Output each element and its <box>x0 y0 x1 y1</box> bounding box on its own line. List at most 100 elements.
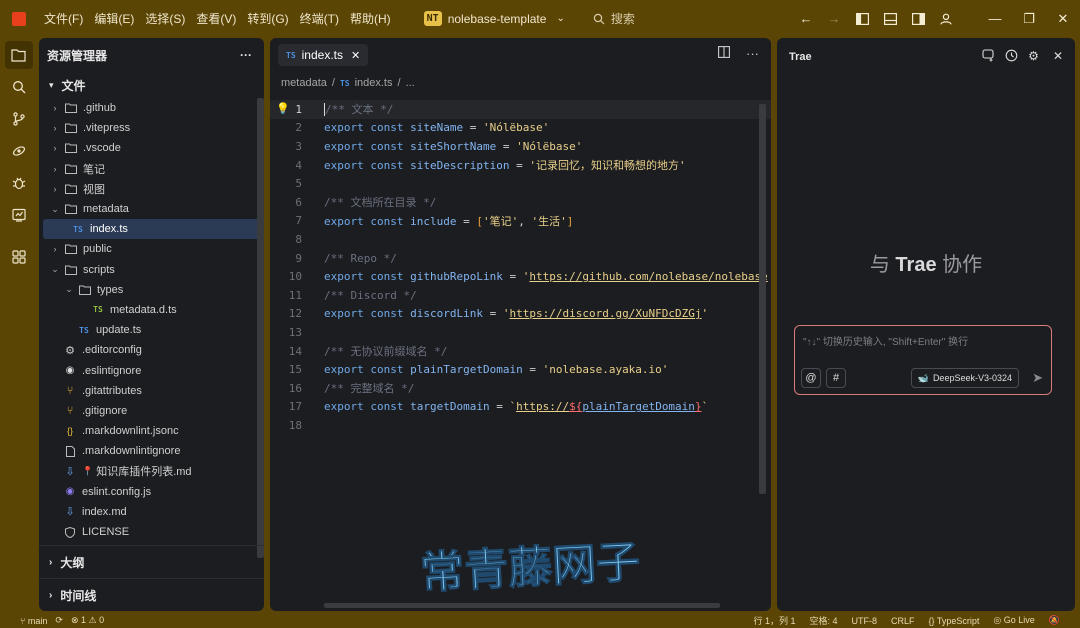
toggle-sidebar-icon[interactable] <box>848 0 876 37</box>
notifications-icon[interactable]: 🔕 <box>1049 615 1060 626</box>
tree-file-gitattributes[interactable]: ⑂ .gitattributes <box>39 381 264 401</box>
menu-selection[interactable]: 选择(S) <box>145 10 185 27</box>
breadcrumb-item[interactable]: index.ts <box>355 77 393 89</box>
menu-file[interactable]: 文件(F) <box>44 10 83 27</box>
search-icon[interactable] <box>5 73 33 101</box>
toggle-panel-icon[interactable] <box>876 0 904 37</box>
watermark: 常青藤网子 <box>419 528 660 599</box>
code-line: 9/** Repo */ <box>295 251 397 265</box>
more-actions-icon[interactable]: ··· <box>746 46 759 61</box>
tree-file-plugin-list-md[interactable]: ⇩ 📍 知识库插件列表.md <box>39 461 264 481</box>
tree-file-editorconfig[interactable]: ⚙ .editorconfig <box>39 340 264 360</box>
split-editor-icon[interactable] <box>718 46 730 61</box>
explorer-scrollbar[interactable] <box>257 98 264 558</box>
restore-icon[interactable]: ❐ <box>1012 0 1046 37</box>
file-icon <box>63 445 77 457</box>
cursor-position[interactable]: 行 1，列 1 <box>753 614 795 627</box>
tree-folder-vitepress[interactable]: › .vitepress <box>39 118 264 138</box>
sync-icon[interactable]: ⟳ <box>55 615 63 626</box>
section-outline[interactable]: › 大纲 <box>39 546 264 578</box>
tree-folder-views[interactable]: › 视图 <box>39 179 264 199</box>
mention-button[interactable]: @ <box>801 368 821 388</box>
tree-folder-public[interactable]: › public <box>39 239 264 259</box>
tree-file-eslint-config[interactable]: ◉ eslint.config.js <box>39 482 264 502</box>
code-line: 7 export const include = ['笔记', '生活'] <box>295 214 574 228</box>
tab-index-ts[interactable]: TS index.ts ✕ <box>278 44 369 66</box>
send-icon[interactable]: ➤ <box>1032 370 1043 386</box>
history-icon[interactable] <box>1005 49 1018 65</box>
tree-file-gitignore[interactable]: ⑂ .gitignore <box>39 401 264 421</box>
tree-folder-types[interactable]: ⌄ types <box>39 280 264 300</box>
source-control-icon[interactable] <box>5 105 33 133</box>
chevron-right-icon: › <box>53 244 57 255</box>
search-input[interactable]: 搜索 <box>593 10 635 27</box>
lightbulb-icon[interactable]: 💡 <box>276 102 290 115</box>
menu-help[interactable]: 帮助(H) <box>350 10 391 27</box>
model-selector[interactable]: 🐋 DeepSeek-V3-0324 <box>910 368 1019 388</box>
testing-icon[interactable] <box>5 201 33 229</box>
language-mode[interactable]: {} TypeScript <box>929 616 980 626</box>
tree-file-license[interactable]: LICENSE <box>39 522 264 542</box>
folder-open-icon <box>78 285 92 295</box>
tree-file-update-ts[interactable]: TS update.ts <box>39 320 264 340</box>
section-timeline[interactable]: › 时间线 <box>39 579 264 611</box>
extensions-icon[interactable] <box>5 243 33 271</box>
forward-arrow-icon[interactable]: → <box>820 0 848 37</box>
json-icon: {} <box>66 426 73 437</box>
menu-view[interactable]: 查看(V) <box>196 10 236 27</box>
tree-item-label: .vscode <box>83 142 121 155</box>
chevron-right-icon: › <box>49 589 53 601</box>
menu-edit[interactable]: 编辑(E) <box>94 10 134 27</box>
editor-horizontal-scrollbar[interactable] <box>324 603 720 608</box>
folder-icon <box>64 143 78 154</box>
go-live[interactable]: ◎ Go Live <box>993 615 1034 626</box>
tree-file-index-md[interactable]: ⇩ index.md <box>39 502 264 522</box>
tree-file-eslintignore[interactable]: ◉ .eslintignore <box>39 360 264 380</box>
code-line: 10 export const githubRepoLink = 'https:/… <box>288 270 768 284</box>
tree-folder-github[interactable]: › .github <box>39 98 264 118</box>
close-window-icon[interactable]: ✕ <box>1046 0 1080 37</box>
tree-folder-notes[interactable]: › 笔记 <box>39 159 264 179</box>
close-tab-icon[interactable]: ✕ <box>351 49 360 62</box>
more-actions-icon[interactable]: ··· <box>240 48 252 62</box>
tree-file-markdownlint-jsonc[interactable]: {} .markdownlint.jsonc <box>39 421 264 441</box>
explorer-icon[interactable] <box>4 41 33 69</box>
breadcrumb-item[interactable]: ... <box>406 77 415 89</box>
code-editor[interactable]: 💡 1/** 文本 */ 2 export const siteName = 'N… <box>270 100 771 435</box>
section-files[interactable]: ▾ 文件 <box>39 72 264 98</box>
tree-item-label: .gitignore <box>82 404 128 417</box>
gear-icon[interactable]: ⚙ <box>1028 49 1039 65</box>
folder-icon <box>64 164 78 174</box>
tree-folder-metadata[interactable]: ⌄ metadata <box>39 199 264 219</box>
tree-file-metadata-d-ts[interactable]: TS metadata.d.ts <box>39 300 264 320</box>
minimize-icon[interactable]: — <box>978 0 1012 37</box>
branch-item[interactable]: ⑂ main <box>20 616 47 626</box>
tree-folder-vscode[interactable]: › .vscode <box>39 138 264 158</box>
new-chat-icon[interactable] <box>982 49 995 65</box>
project-switcher[interactable]: NT nolebase-template ⌄ <box>423 11 565 26</box>
eol[interactable]: CRLF <box>891 616 915 626</box>
editor-vertical-scrollbar[interactable] <box>759 104 766 494</box>
tree-folder-scripts[interactable]: ⌄ scripts <box>39 260 264 280</box>
account-icon[interactable] <box>932 0 960 37</box>
menu-go[interactable]: 转到(G) <box>247 10 288 27</box>
indentation[interactable]: 空格: 4 <box>809 614 837 627</box>
problems-item[interactable]: ⊗ 1 ⚠ 0 <box>71 615 104 626</box>
chat-input[interactable]: "↑↓" 切换历史输入, "Shift+Enter" 换行 @ # 🐋 Deep… <box>794 325 1052 395</box>
remote-icon[interactable] <box>5 137 33 165</box>
breadcrumb-item[interactable]: metadata <box>281 77 327 89</box>
pin-icon: 📍 <box>82 465 94 476</box>
back-arrow-icon[interactable]: ← <box>792 0 820 37</box>
code-line: 6/** 文档所在目录 */ <box>295 195 437 210</box>
debug-icon[interactable] <box>5 169 33 197</box>
toggle-secondary-sidebar-icon[interactable] <box>904 0 932 37</box>
folder-icon <box>64 184 78 194</box>
encoding[interactable]: UTF-8 <box>851 616 877 626</box>
chevron-down-icon: ▾ <box>49 79 54 90</box>
tree-item-label: index.ts <box>90 223 128 236</box>
menu-terminal[interactable]: 终端(T) <box>300 10 339 27</box>
tree-file-markdownlintignore[interactable]: .markdownlintignore <box>39 441 264 461</box>
close-icon[interactable]: ✕ <box>1053 49 1063 65</box>
context-button[interactable]: # <box>826 368 846 388</box>
tree-file-index-ts[interactable]: TS index.ts <box>43 219 260 240</box>
